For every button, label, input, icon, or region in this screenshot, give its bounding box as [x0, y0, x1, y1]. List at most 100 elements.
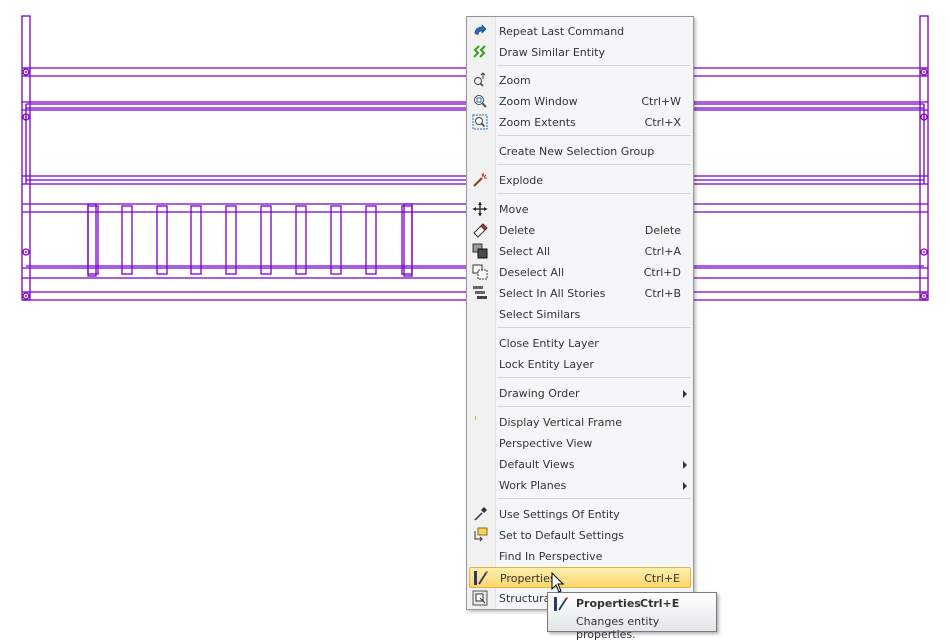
submenu-arrow-icon: [683, 482, 687, 490]
menu-item-label: Zoom Extents: [499, 116, 576, 129]
menu-item-drawing-order[interactable]: Drawing Order: [469, 383, 691, 404]
menu-item-shortcut: Ctrl+W: [641, 95, 681, 108]
menu-item-perspective-view[interactable]: Perspective View: [469, 433, 691, 454]
menu-item-label: Delete: [499, 224, 536, 237]
menu-item-label: Set to Default Settings: [499, 529, 624, 542]
properties-icon: [553, 596, 569, 612]
menu-item-shortcut: Ctrl+X: [644, 116, 681, 129]
drawing-rect: [121, 205, 133, 275]
menu-item-draw-similar-entity[interactable]: Draw Similar Entity: [469, 42, 691, 63]
menu-item-label: Create New Selection Group: [499, 145, 655, 158]
menu-separator: [497, 498, 691, 499]
menu-item-create-new-selection-group[interactable]: Create New Selection Group: [469, 141, 691, 162]
menu-item-label: Zoom: [499, 74, 531, 87]
menu-item-zoom-window[interactable]: Zoom Window Ctrl+W: [469, 91, 691, 112]
menu-item-deselect-all[interactable]: Deselect All Ctrl+D: [469, 262, 691, 283]
menu-separator: [497, 164, 691, 165]
drawing-rect: [190, 205, 202, 275]
submenu-arrow-icon: [683, 390, 687, 398]
menu-item-label: Display Vertical Frame: [499, 416, 622, 429]
menu-item-set-to-default-settings[interactable]: Set to Default Settings: [469, 525, 691, 546]
drawing-rect: [295, 205, 307, 275]
drawing-node-dot: [923, 71, 925, 73]
frame-marker-icon: [472, 414, 488, 430]
draw-similar-icon: [472, 44, 488, 60]
menu-item-select-all[interactable]: Select All Ctrl+A: [469, 241, 691, 262]
menu-separator: [497, 135, 691, 136]
menu-item-label: Move: [499, 203, 529, 216]
menu-item-label: Deselect All: [499, 266, 565, 279]
dropper-icon: [472, 506, 488, 522]
menu-separator: [497, 65, 691, 66]
menu-item-label: Select Similars: [499, 308, 581, 321]
menu-item-zoom-extents[interactable]: Zoom Extents Ctrl+X: [469, 112, 691, 133]
drawing-node-dot: [923, 116, 925, 118]
tooltip-title: Properties: [576, 597, 641, 610]
menu-item-label: Properties: [500, 572, 556, 585]
menu-item-shortcut: Delete: [644, 224, 681, 237]
eraser-icon: [472, 222, 488, 238]
drawing-rect: [403, 203, 413, 277]
menu-item-label: Repeat Last Command: [499, 25, 625, 38]
menu-item-label: Use Settings Of Entity: [499, 508, 620, 521]
zoom-icon: [472, 72, 488, 88]
menu-item-label: Select In All Stories: [499, 287, 606, 300]
menu-item-label: Work Planes: [499, 479, 567, 492]
deselect-all-icon: [472, 264, 488, 280]
menu-item-lock-entity-layer[interactable]: Lock Entity Layer: [469, 354, 691, 375]
menu-item-repeat-last-command[interactable]: Repeat Last Command: [469, 21, 691, 42]
drawing-node-dot: [25, 251, 27, 253]
drawing-rect: [260, 205, 272, 275]
menu-item-label: Perspective View: [499, 437, 593, 450]
drawing-rect: [225, 205, 237, 275]
menu-item-select-in-all-stories[interactable]: Select In All Stories Ctrl+B: [469, 283, 691, 304]
default-settings-icon: [472, 527, 488, 543]
menu-item-use-settings-of-entity[interactable]: Use Settings Of Entity: [469, 504, 691, 525]
drawing-node-dot: [25, 295, 27, 297]
menu-item-label: Structural: [499, 592, 554, 605]
explode-icon: [472, 172, 488, 188]
menu-item-shortcut: Ctrl+B: [644, 287, 681, 300]
menu-item-shortcut: Ctrl+E: [644, 572, 680, 585]
context-menu: Repeat Last Command Draw Similar Entity …: [466, 16, 694, 610]
menu-item-default-views[interactable]: Default Views: [469, 454, 691, 475]
drawing-node-dot: [923, 251, 925, 253]
menu-item-work-planes[interactable]: Work Planes: [469, 475, 691, 496]
menu-item-label: Default Views: [499, 458, 575, 471]
menu-separator: [497, 193, 691, 194]
menu-item-display-vertical-frame[interactable]: Display Vertical Frame: [469, 412, 691, 433]
structural-icon: [472, 590, 488, 606]
drawing-rect: [330, 205, 342, 275]
properties-icon: [473, 570, 489, 586]
drawing-rect: [365, 205, 377, 275]
drawing-node-dot: [923, 295, 925, 297]
menu-item-shortcut: Ctrl+D: [643, 266, 681, 279]
drawing-node-dot: [25, 71, 27, 73]
menu-separator: [497, 406, 691, 407]
select-all-icon: [472, 243, 488, 259]
move-icon: [472, 201, 488, 217]
menu-item-select-similars[interactable]: Select Similars: [469, 304, 691, 325]
menu-item-label: Lock Entity Layer: [499, 358, 594, 371]
tooltip-description: Changes entity properties.: [576, 615, 660, 641]
drawing-node-dot: [25, 116, 27, 118]
menu-item-close-entity-layer[interactable]: Close Entity Layer: [469, 333, 691, 354]
menu-item-find-in-perspective[interactable]: Find In Perspective: [469, 546, 691, 567]
menu-item-label: Drawing Order: [499, 387, 580, 400]
drawing-rect: [87, 203, 97, 277]
menu-item-zoom[interactable]: Zoom: [469, 70, 691, 91]
menu-item-label: Find In Perspective: [499, 550, 603, 563]
menu-separator: [497, 377, 691, 378]
properties-tooltip: Properties Ctrl+E Changes entity propert…: [547, 592, 717, 641]
menu-item-label: Draw Similar Entity: [499, 46, 605, 59]
menu-item-delete[interactable]: Delete Delete: [469, 220, 691, 241]
menu-item-move[interactable]: Move: [469, 199, 691, 220]
repeat-icon: [472, 23, 488, 39]
drawing-rect: [156, 205, 168, 275]
menu-separator: [497, 327, 691, 328]
zoom-extents-icon: [472, 114, 488, 130]
menu-item-properties[interactable]: Properties Ctrl+E: [469, 567, 691, 588]
menu-item-label: Explode: [499, 174, 543, 187]
menu-item-explode[interactable]: Explode: [469, 170, 691, 191]
select-stories-icon: [472, 285, 488, 301]
